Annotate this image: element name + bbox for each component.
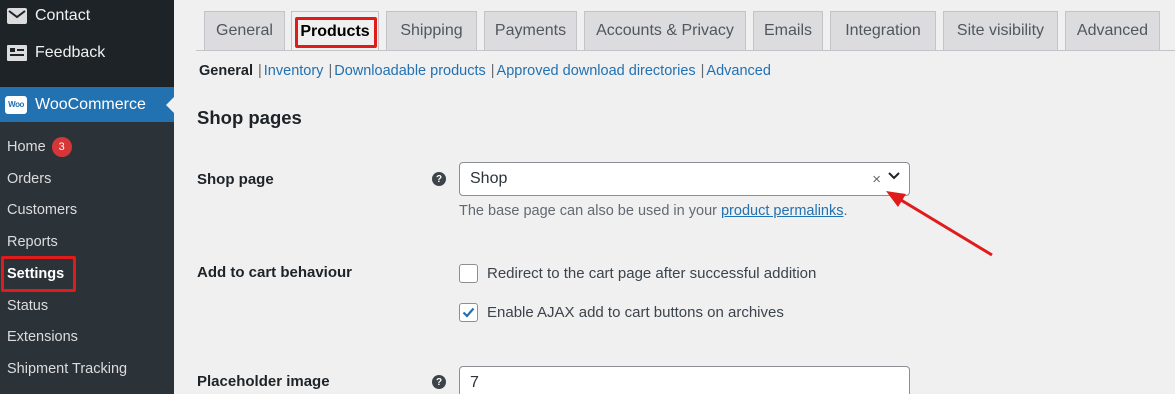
shop-page-selected-value: Shop xyxy=(470,170,508,187)
help-icon[interactable]: ? xyxy=(432,375,446,389)
help-icon[interactable]: ? xyxy=(432,172,446,186)
section-title: Shop pages xyxy=(197,107,302,128)
add-to-cart-label: Add to cart behaviour xyxy=(197,264,353,281)
submenu-item-status[interactable]: Status xyxy=(7,296,48,316)
subsection-inventory[interactable]: Inventory xyxy=(264,63,324,79)
tab-bar-divider xyxy=(196,50,1175,51)
submenu-item-settings[interactable]: Settings xyxy=(7,264,64,284)
feedback-icon xyxy=(6,44,28,62)
tab-emails[interactable]: Emails xyxy=(753,11,823,50)
submenu-item-home[interactable]: Home 3 xyxy=(7,137,72,157)
envelope-icon xyxy=(6,7,28,25)
tab-general[interactable]: General xyxy=(204,11,285,50)
submenu-item-extensions[interactable]: Extensions xyxy=(7,327,78,347)
subsection-downloadable-products[interactable]: Downloadable products xyxy=(334,63,486,79)
sidebar-item-feedback[interactable]: Feedback xyxy=(0,34,174,72)
shop-page-description: The base page can also be used in your p… xyxy=(459,203,848,219)
redirect-to-cart-option[interactable]: Redirect to the cart page after successf… xyxy=(459,264,816,283)
tab-integration[interactable]: Integration xyxy=(830,11,936,50)
ajax-add-to-cart-checkbox[interactable] xyxy=(459,303,478,322)
redirect-to-cart-checkbox[interactable] xyxy=(459,264,478,283)
submenu-item-orders[interactable]: Orders xyxy=(7,169,51,189)
tab-payments[interactable]: Payments xyxy=(484,11,577,50)
shop-page-select[interactable]: Shop × xyxy=(459,162,910,196)
shop-page-label: Shop page xyxy=(197,171,274,188)
ajax-add-to-cart-option[interactable]: Enable AJAX add to cart buttons on archi… xyxy=(459,303,784,322)
woocommerce-logo-icon: Woo xyxy=(5,95,27,114)
subsection-advanced[interactable]: Advanced xyxy=(706,63,771,79)
submenu-item-label: Home xyxy=(7,139,46,155)
chevron-down-icon[interactable] xyxy=(887,169,901,183)
tab-products[interactable]: Products xyxy=(291,11,379,51)
placeholder-image-label: Placeholder image xyxy=(197,373,330,390)
checkbox-label: Redirect to the cart page after successf… xyxy=(487,265,817,282)
sidebar-item-label: WooCommerce xyxy=(35,95,146,113)
sidebar-item-contact[interactable]: Contact xyxy=(0,0,174,35)
subsection-approved-download-directories[interactable]: Approved download directories xyxy=(497,63,696,79)
current-menu-pointer xyxy=(166,97,174,113)
placeholder-image-input[interactable] xyxy=(459,366,910,394)
admin-sidebar: Contact Feedback Woo WooCommerce Home 3 … xyxy=(0,0,174,394)
submenu-item-reports[interactable]: Reports xyxy=(7,232,58,252)
woocommerce-submenu: Home 3 Orders Customers Reports Settings… xyxy=(0,122,174,394)
tab-site-visibility[interactable]: Site visibility xyxy=(943,11,1058,50)
description-text: The base page can also be used in your xyxy=(459,203,721,219)
sidebar-item-woocommerce[interactable]: Woo WooCommerce xyxy=(0,87,174,122)
tab-advanced[interactable]: Advanced xyxy=(1065,11,1160,50)
subsection-nav: General | Inventory | Downloadable products |… xyxy=(199,63,771,79)
checkmark-icon xyxy=(462,307,475,318)
sidebar-item-label: Feedback xyxy=(35,44,106,61)
annotation-arrow-icon xyxy=(886,191,993,257)
description-suffix: . xyxy=(843,203,848,219)
product-permalinks-link[interactable]: product permalinks xyxy=(721,203,844,219)
tab-accounts-privacy[interactable]: Accounts & Privacy xyxy=(584,11,746,50)
sidebar-item-label: Contact xyxy=(35,7,91,24)
notification-badge: 3 xyxy=(51,137,72,157)
subsection-general[interactable]: General xyxy=(199,63,253,79)
checkbox-label: Enable AJAX add to cart buttons on archi… xyxy=(487,304,784,321)
submenu-item-shipment-tracking[interactable]: Shipment Tracking xyxy=(7,359,127,379)
tab-shipping[interactable]: Shipping xyxy=(386,11,477,50)
submenu-item-customers[interactable]: Customers xyxy=(7,200,77,220)
